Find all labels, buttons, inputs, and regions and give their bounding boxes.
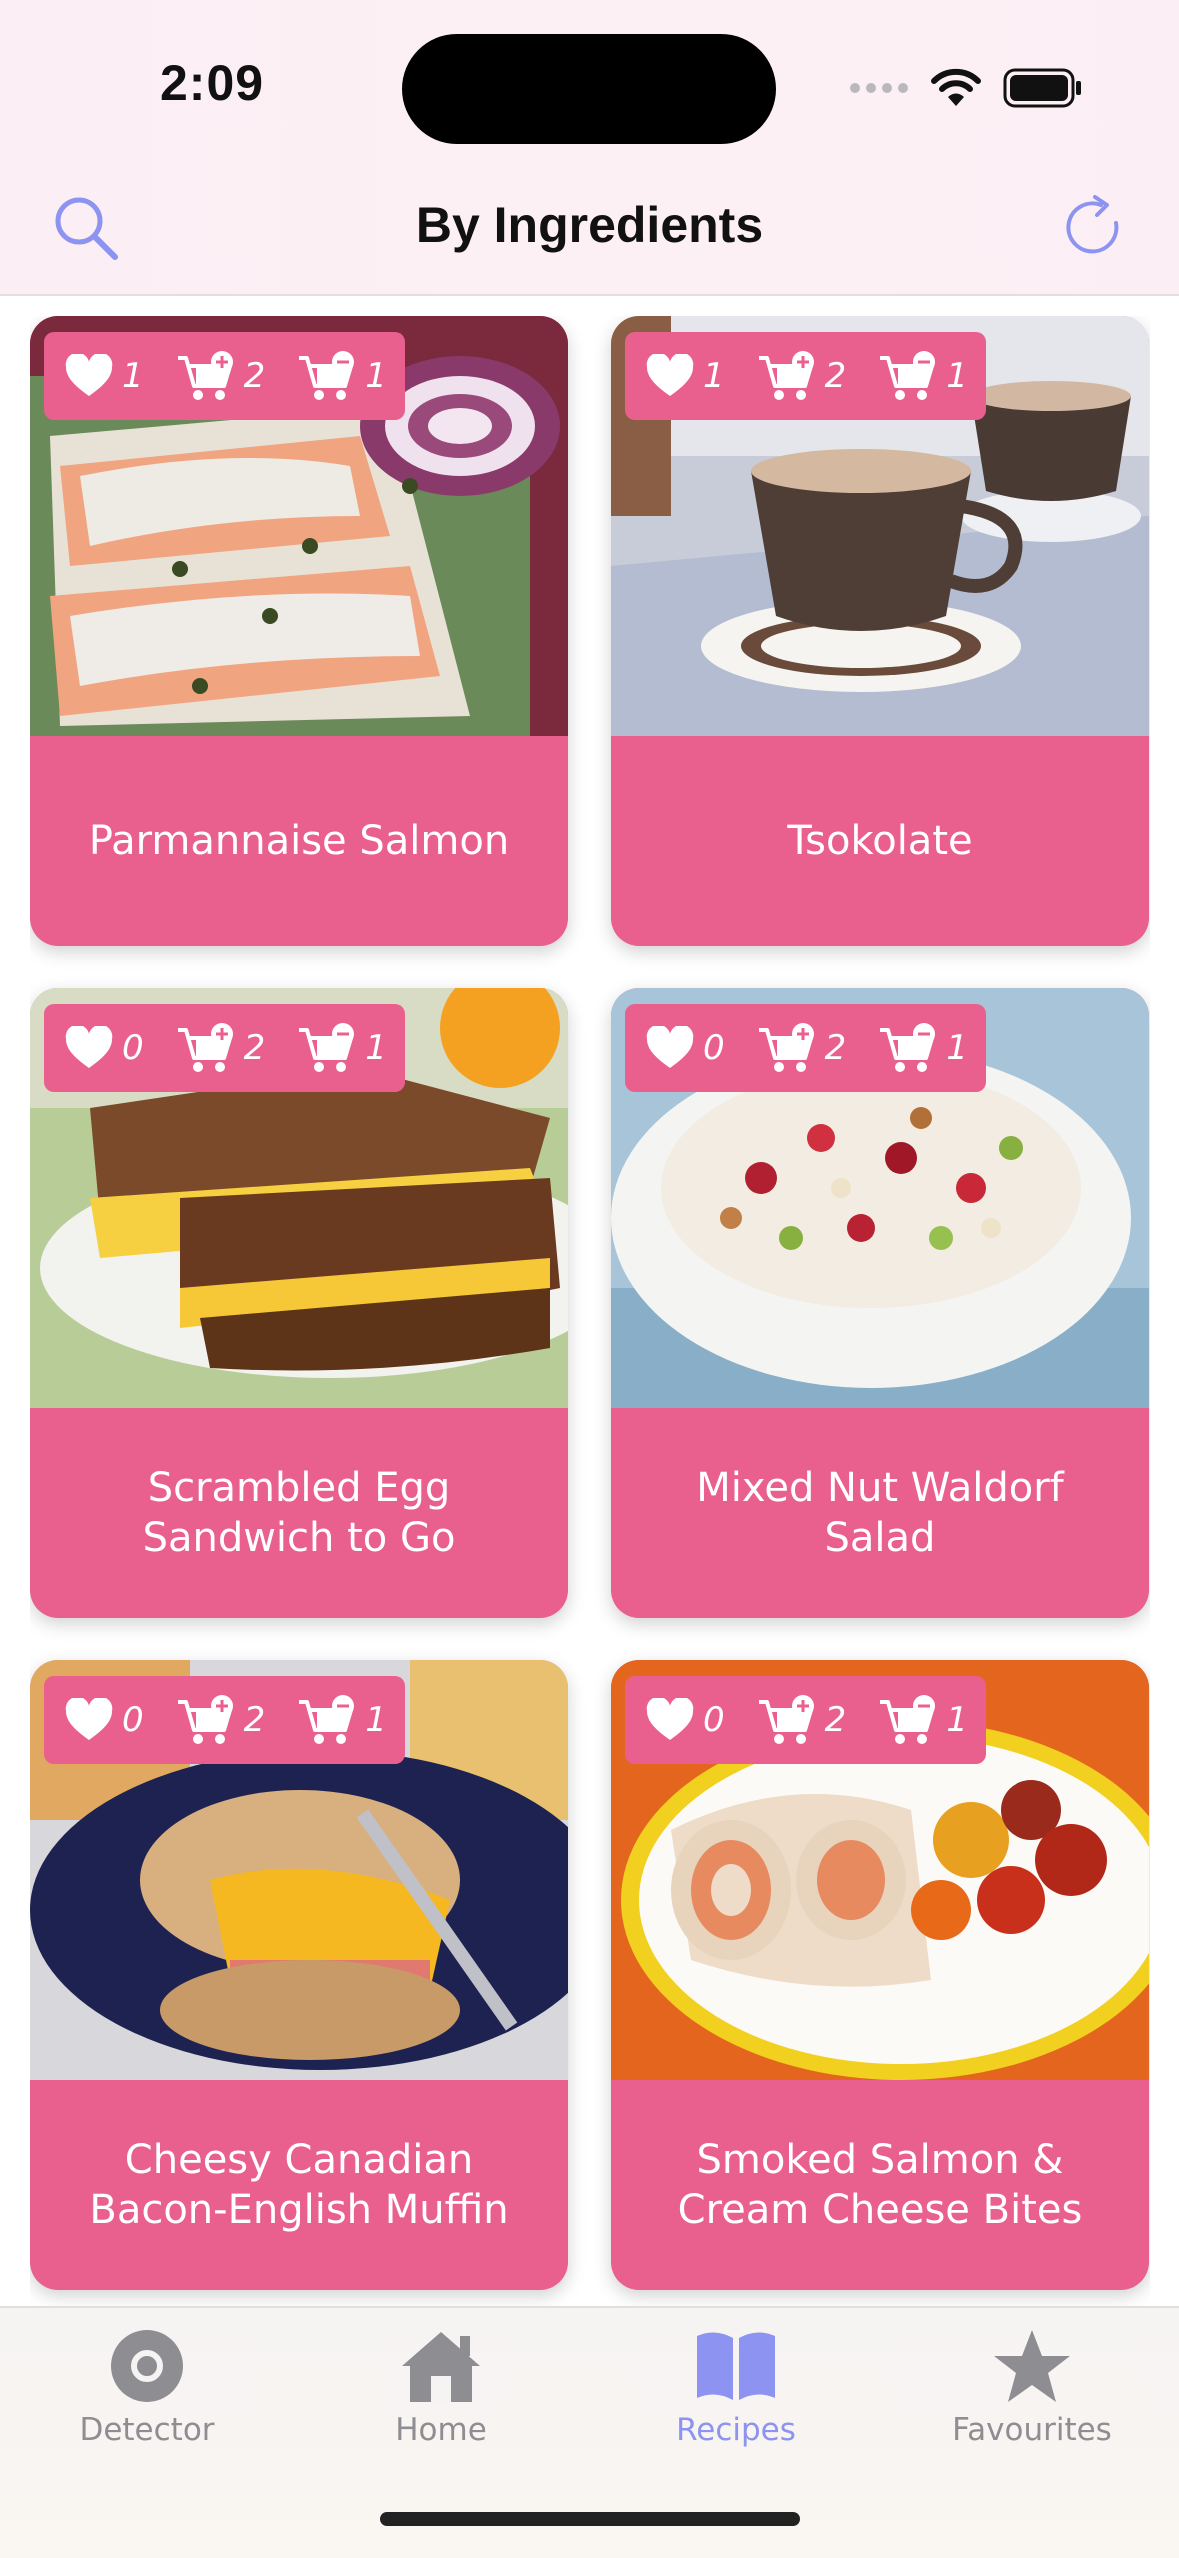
heart-icon: [65, 1698, 113, 1740]
tab-detector[interactable]: Detector: [0, 2328, 294, 2488]
battery-icon: [1003, 68, 1081, 108]
recipe-title: Parmannaise Salmon: [88, 818, 510, 864]
recipe-stats-badge: 0 2 1: [44, 1004, 405, 1092]
recipe-card[interactable]: 0 2 1 Mixed Nut Waldorf Salad: [611, 988, 1149, 1618]
cart-add-count: 2: [243, 1700, 266, 1740]
house-icon: [402, 2332, 480, 2402]
recipe-stats-badge: 0 2 1: [44, 1676, 405, 1764]
star-icon: [994, 2330, 1070, 2402]
cart-add-count: 2: [243, 1028, 266, 1068]
heart-icon: [646, 354, 694, 396]
cart-remove-count: 1: [946, 1700, 968, 1740]
top-bar: 2:09 By Ingredients: [0, 0, 1179, 296]
likes-count: 0: [703, 1700, 725, 1740]
recipe-card[interactable]: 1 2 1 Parmannaise Salmon: [30, 316, 568, 946]
cart-add-icon: [758, 351, 814, 400]
page-title: By Ingredients: [415, 197, 764, 253]
wifi-icon: [931, 68, 981, 106]
dynamic-island: [402, 34, 776, 144]
detector-icon: [111, 2330, 183, 2402]
refresh-button[interactable]: [1056, 188, 1136, 268]
cart-add-count: 2: [824, 1700, 847, 1740]
recipe-stats-badge: 0 2 1: [625, 1004, 986, 1092]
refresh-icon: [1066, 195, 1119, 254]
tab-label: Home: [395, 2412, 487, 2448]
home-indicator: [380, 2512, 800, 2526]
likes-count: 0: [122, 1700, 144, 1740]
tab-label: Detector: [79, 2412, 215, 2448]
status-icons: [849, 62, 1083, 114]
tab-recipes[interactable]: Recipes: [589, 2328, 883, 2488]
cart-remove-icon: [299, 1023, 355, 1072]
cart-add-icon: [758, 1023, 814, 1072]
cart-add-count: 2: [824, 1028, 847, 1068]
cart-remove-icon: [880, 1695, 936, 1744]
recipe-title: Smoked Salmon & Cream Cheese Bites: [677, 2137, 1083, 2233]
recipe-stats-badge: 0 2 1: [625, 1676, 986, 1764]
heart-icon: [646, 1698, 694, 1740]
tab-label: Recipes: [676, 2412, 796, 2448]
recipe-stats-badge: 1 2 1: [44, 332, 405, 420]
likes-count: 0: [122, 1028, 144, 1068]
book-icon: [697, 2332, 775, 2400]
cart-remove-count: 1: [365, 1700, 387, 1740]
likes-count: 1: [122, 356, 144, 396]
cart-add-count: 2: [243, 356, 266, 396]
heart-icon: [65, 1026, 113, 1068]
tab-favourites[interactable]: Favourites: [885, 2328, 1179, 2488]
cart-remove-count: 1: [365, 1028, 387, 1068]
tab-home[interactable]: Home: [294, 2328, 588, 2488]
cellular-signal-icon: [850, 83, 908, 93]
cart-add-icon: [177, 351, 233, 400]
recipe-title: Mixed Nut Waldorf Salad: [696, 1465, 1064, 1561]
cart-add-count: 2: [824, 356, 847, 396]
recipe-card[interactable]: 0 2 1 Scrambled Egg Sandwich to Go: [30, 988, 568, 1618]
cart-remove-icon: [299, 1695, 355, 1744]
recipe-card[interactable]: 1 2 1 Tsokolate: [611, 316, 1149, 946]
heart-icon: [65, 354, 113, 396]
cart-remove-icon: [880, 1023, 936, 1072]
likes-count: 0: [703, 1028, 725, 1068]
recipe-title: Tsokolate: [787, 818, 973, 864]
cart-add-icon: [177, 1023, 233, 1072]
cart-remove-icon: [880, 351, 936, 400]
recipe-card[interactable]: 0 2 1 Cheesy Canadian Bacon-English Muff…: [30, 1660, 568, 2290]
recipe-title: Cheesy Canadian Bacon-English Muffin: [89, 2137, 509, 2233]
cart-remove-icon: [299, 351, 355, 400]
heart-icon: [646, 1026, 694, 1068]
cart-remove-count: 1: [946, 356, 968, 396]
status-time: 2:09: [160, 55, 265, 111]
likes-count: 1: [703, 356, 725, 396]
cart-add-icon: [177, 1695, 233, 1744]
recipe-title: Scrambled Egg Sandwich to Go: [142, 1465, 456, 1561]
cart-add-icon: [758, 1695, 814, 1744]
cart-remove-count: 1: [365, 356, 387, 396]
recipe-stats-badge: 1 2 1: [625, 332, 986, 420]
cart-remove-count: 1: [946, 1028, 968, 1068]
tab-label: Favourites: [952, 2412, 1112, 2448]
recipe-card[interactable]: 0 2 1 Smoked Salmon & Cream Cheese Bites: [611, 1660, 1149, 2290]
recipe-grid: 1 2 1 Parmannaise Salmon 1 2 1 Tsokolate…: [30, 316, 1150, 2306]
